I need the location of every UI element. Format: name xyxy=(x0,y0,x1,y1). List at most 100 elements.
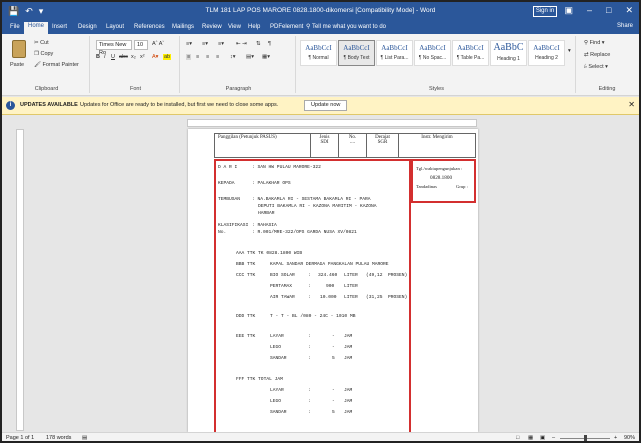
multilevel-list-icon[interactable]: ≡▾ xyxy=(218,41,224,47)
tab-references[interactable]: References xyxy=(130,23,169,31)
tab-mailings[interactable]: Mailings xyxy=(168,23,198,31)
dari-label: D A R I xyxy=(218,165,238,170)
line-spacing-icon[interactable]: ↕▾ xyxy=(230,54,236,60)
style-sample: AaBbCcI xyxy=(533,44,560,52)
update-now-button[interactable]: Update now xyxy=(304,100,348,111)
read-mode-icon[interactable]: □ xyxy=(516,435,519,441)
replace-button[interactable]: ⇄ Replace xyxy=(584,52,610,58)
editing-group-label: Editing xyxy=(598,86,616,92)
web-layout-icon[interactable]: ▣ xyxy=(540,435,545,441)
align-right-icon[interactable]: ≡ xyxy=(206,54,209,60)
copy-button[interactable]: ❐ Copy xyxy=(34,51,53,57)
bullets-icon[interactable]: ≡▾ xyxy=(186,41,192,47)
cut-button[interactable]: ✂ Cut xyxy=(34,40,49,46)
indent-icons[interactable]: ⇤ ⇥ xyxy=(236,41,247,47)
derajat-cell: Derajat SGR xyxy=(366,133,399,158)
tab-layout[interactable]: Layout xyxy=(102,23,128,31)
print-layout-icon[interactable]: ▦ xyxy=(528,435,533,441)
paste-button[interactable]: Paste xyxy=(10,62,24,68)
ccc-colon: : xyxy=(308,284,311,289)
zoom-level[interactable]: 90% xyxy=(624,435,635,441)
align-center-icon[interactable]: ≡ xyxy=(196,54,199,60)
style-heading-2[interactable]: AaBbCcI Heading 2 xyxy=(528,40,565,66)
tab-view[interactable]: View xyxy=(224,23,245,31)
font-size-combo[interactable]: 10 xyxy=(134,40,148,50)
replace-label: Replace xyxy=(590,52,611,58)
close-icon[interactable]: ✕ xyxy=(625,5,633,16)
select-button[interactable]: ⭞ Select ▾ xyxy=(584,64,608,70)
fff-unit: JAM xyxy=(344,399,353,404)
strikethrough-button[interactable]: abc xyxy=(119,54,128,60)
tembusan-line-2: DEPUTI BAKAMLA RI - KAZONA MARITIM - KAZ… xyxy=(258,204,377,209)
tab-insert[interactable]: Insert xyxy=(48,23,71,31)
tab-pdfelement[interactable]: PDFelement xyxy=(266,23,307,31)
grow-font-icon[interactable]: Aˆ Aˇ xyxy=(152,41,164,47)
font-color-icon[interactable]: A▾ xyxy=(152,54,158,60)
show-marks-icon[interactable]: ¶ xyxy=(268,41,271,47)
sign-in-button[interactable]: Sign in xyxy=(533,6,557,17)
align-left-icon[interactable]: ≡ xyxy=(186,54,192,60)
proofing-icon[interactable]: ▤ xyxy=(82,435,87,441)
zoom-slider-thumb[interactable] xyxy=(584,435,587,441)
vertical-ruler[interactable] xyxy=(16,129,24,431)
header-table: Panggilan (Petunjuk PASUS) Jenis SDI No..… xyxy=(214,133,476,158)
style-no-spacing[interactable]: AaBbCcI ¶ No Spac... xyxy=(414,40,451,66)
fff-item: LAYAR xyxy=(270,388,284,393)
page-count[interactable]: Page 1 of 1 xyxy=(6,435,34,441)
paragraph-group: ≡▾ ≡▾ ≡▾ ⇤ ⇥ ⇅ ¶ ≡ ≡ ≡ ≡ ↕▾ ▤▾ ▦▾ Paragr… xyxy=(182,36,296,93)
eee-colon: : xyxy=(308,345,311,350)
ccc-pct-unit: PROSEN) xyxy=(388,273,408,278)
eee-label: EEE TTK xyxy=(236,334,256,339)
styles-more-icon[interactable]: ▾ xyxy=(568,48,571,54)
share-button[interactable]: Share xyxy=(617,23,633,29)
clipboard-group: Paste ✂ Cut ❐ Copy 🖌 Format Painter Clip… xyxy=(4,36,90,93)
superscript-button[interactable]: x² xyxy=(140,54,145,60)
ccc-qty: 324.460 xyxy=(318,273,338,278)
horizontal-ruler[interactable] xyxy=(187,119,477,127)
sort-icon[interactable]: ⇅ xyxy=(256,41,261,47)
ddd-value: T - T - BL /080 - 24C - 1010 MB xyxy=(270,314,356,319)
tab-help[interactable]: Help xyxy=(244,23,264,31)
shading-icon[interactable]: ▤▾ xyxy=(246,54,254,60)
document-page[interactable]: Panggilan (Petunjuk PASUS) Jenis SDI No..… xyxy=(188,129,478,432)
style-name: ¶ List Para... xyxy=(380,55,409,61)
subscript-button[interactable]: x₂ xyxy=(131,54,136,60)
font-name-combo[interactable]: Times New Ro xyxy=(96,40,132,56)
tab-design[interactable]: Design xyxy=(74,23,101,31)
eee-qty: - xyxy=(332,345,335,350)
borders-icon[interactable]: ▦▾ xyxy=(262,54,270,60)
ccc-qty: 900 xyxy=(326,284,335,289)
tembusan-line-3: HARBAR xyxy=(258,211,275,216)
paste-icon[interactable] xyxy=(12,40,26,58)
style-table-paragraph[interactable]: AaBbCcI ¶ Table Pa... xyxy=(452,40,489,66)
tab-home[interactable]: Home xyxy=(24,22,49,34)
clipboard-group-label: Clipboard xyxy=(34,86,59,92)
zoom-out-icon[interactable]: – xyxy=(552,435,555,441)
italic-button[interactable]: I xyxy=(104,54,106,60)
style-sample: AaBbCcI xyxy=(305,44,332,52)
word-window: 💾 ↶ ▾ TLM 181 LAP POS MARORE 0828.1800-d… xyxy=(0,0,641,443)
style-body-text[interactable]: AaBbCcI ¶ Body Text xyxy=(338,40,375,66)
style-normal[interactable]: AaBbCcI ¶ Normal xyxy=(300,40,337,66)
style-list-paragraph[interactable]: AaBbCcI ¶ List Para... xyxy=(376,40,413,66)
style-heading-1[interactable]: AaBbC Heading 1 xyxy=(490,40,527,66)
find-button[interactable]: ⚲ Find ▾ xyxy=(584,40,605,46)
zoom-in-icon[interactable]: + xyxy=(614,435,617,441)
maximize-icon[interactable]: □ xyxy=(606,5,611,16)
highlight-icon[interactable]: ab xyxy=(163,54,172,60)
justify-icon[interactable]: ≡ xyxy=(216,54,219,60)
bold-button[interactable]: B xyxy=(96,54,100,60)
window-controls: ▣ – □ ✕ xyxy=(564,5,633,16)
style-name: ¶ No Spac... xyxy=(418,55,447,61)
tab-review[interactable]: Review xyxy=(198,23,226,31)
minimize-icon[interactable]: – xyxy=(587,5,592,16)
underline-button[interactable]: U xyxy=(111,54,115,60)
tell-me-search[interactable]: ⚲ Tell me what you want to do xyxy=(306,23,386,30)
word-count[interactable]: 178 words xyxy=(46,435,71,441)
numbering-icon[interactable]: ≡▾ xyxy=(202,41,208,47)
format-painter-button[interactable]: 🖌 Format Painter xyxy=(34,62,79,68)
close-notification-icon[interactable]: ✕ xyxy=(628,100,635,109)
tab-file[interactable]: File xyxy=(6,23,24,31)
ribbon-display-options-icon[interactable]: ▣ xyxy=(564,5,573,16)
update-notification-bar: i UPDATES AVAILABLE Updates for Office a… xyxy=(2,97,639,115)
